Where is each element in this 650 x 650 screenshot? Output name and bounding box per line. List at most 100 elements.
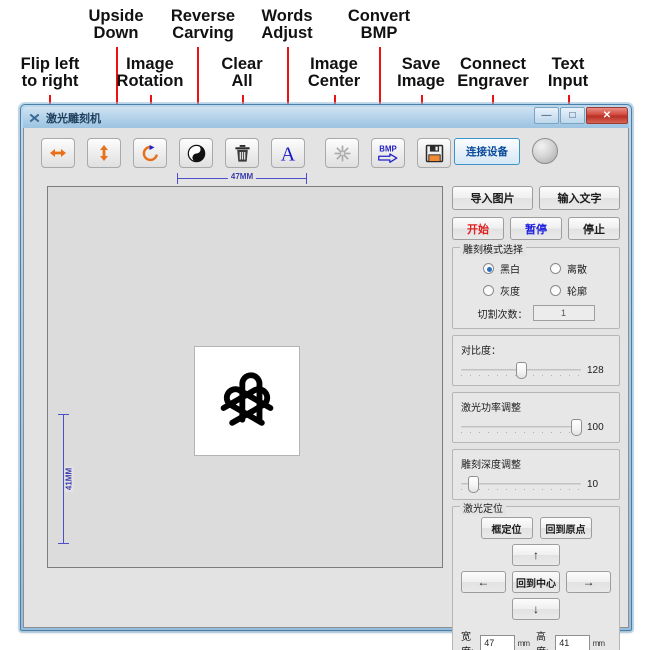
start-button[interactable]: 开始 [452, 217, 504, 240]
height-unit: mm [592, 638, 605, 648]
power-track-ticks [461, 432, 581, 433]
back-to-origin-button[interactable]: 回到原点 [539, 517, 592, 539]
depth-track-line [461, 483, 581, 485]
close-button[interactable]: ✕ [586, 107, 628, 124]
status-led [532, 138, 558, 164]
flip-vertical-button[interactable] [87, 138, 121, 168]
laser-power-group: 激光功率调整 100 [452, 392, 620, 443]
dimension-cap-bottom [58, 543, 69, 544]
width-label: 宽度: [461, 632, 474, 650]
height-input[interactable]: 41 [555, 635, 590, 650]
client-area: A BMP 连接设备 47MM 41MM 导入图片 输入文字 开始 暂停 停止 … [23, 128, 629, 650]
image-canvas[interactable]: 41MM [47, 186, 443, 568]
depth-track-ticks [461, 489, 581, 490]
dimension-cap-top [58, 414, 69, 415]
contrast-label: 对比度： [461, 346, 501, 357]
input-text-button[interactable]: 输入文字 [539, 186, 620, 210]
laser-power-label: 激光功率调整 [461, 403, 521, 414]
radio-dot-outline [550, 285, 561, 296]
carving-depth-slider[interactable] [461, 476, 581, 493]
power-track-line [461, 426, 581, 428]
move-right-button[interactable]: → [566, 571, 612, 593]
canvas-height-dimension: 41MM [57, 414, 74, 544]
sparkle-icon [333, 144, 351, 162]
radio-grayscale[interactable]: 灰度 [461, 283, 536, 298]
svg-text:A: A [281, 144, 296, 164]
stop-button[interactable]: 停止 [568, 217, 620, 240]
annotation-clear-all: Clear All [221, 55, 263, 91]
annotation-words-adjust: Words Adjust [261, 7, 313, 43]
annotation-image-rotation: Image Rotation [116, 55, 184, 91]
carving-mode-title: 雕刻模式选择 [460, 241, 526, 256]
bmp-arrow-icon: BMP [378, 144, 398, 163]
radio-black-white[interactable]: 黑白 [461, 261, 536, 276]
carving-mode-radios: 黑白 离散 灰度 轮廓 [461, 261, 611, 298]
frame-position-button[interactable]: 框定位 [480, 517, 533, 539]
rotate-button[interactable] [133, 138, 167, 168]
file-button-row: 导入图片 输入文字 [452, 186, 620, 210]
title-bar[interactable]: 激光雕刻机 — □ ✕ [23, 107, 629, 128]
window-title: 激光雕刻机 [46, 112, 101, 125]
letter-a-icon: A [281, 144, 296, 164]
laser-power-slider-row: 100 [461, 419, 611, 436]
connect-device-button[interactable]: 连接设备 [454, 138, 520, 165]
move-left-button[interactable]: ← [461, 571, 506, 593]
image-center-button[interactable] [325, 138, 359, 168]
invert-button[interactable] [179, 138, 213, 168]
laser-positioning-group: 激光定位 框定位 回到原点 ↑ ← 回到中心 → ↓ 宽 47 mm 高 41 … [452, 500, 620, 650]
carving-depth-slider-thumb[interactable] [468, 476, 479, 493]
laser-power-slider-thumb[interactable] [571, 419, 583, 436]
flip-vertical-icon [100, 145, 108, 161]
convert-bmp-button[interactable]: BMP [371, 138, 405, 168]
artwork-preview[interactable] [194, 346, 300, 456]
contrast-value: 128 [587, 364, 604, 376]
maximize-button[interactable]: □ [560, 107, 585, 124]
carving-depth-group: 雕刻深度调整 10 [452, 449, 620, 500]
radio-label-grayscale: 灰度 [500, 287, 520, 298]
run-button-row: 开始 暂停 停止 [452, 217, 620, 240]
radio-label-bw: 黑白 [500, 265, 520, 276]
radio-outline[interactable]: 轮廓 [536, 283, 611, 298]
contrast-slider-thumb[interactable] [516, 362, 527, 379]
import-image-button[interactable]: 导入图片 [452, 186, 533, 210]
save-image-button[interactable] [417, 138, 451, 168]
cut-count-label: 切割次数： [477, 309, 528, 321]
arrow-down-row: ↓ [461, 598, 611, 620]
back-to-center-button[interactable]: 回到中心 [511, 571, 561, 593]
arrow-up-row: ↑ [461, 544, 611, 566]
trash-icon [234, 144, 250, 162]
clear-all-button[interactable] [225, 138, 259, 168]
annotation-image-center: Image Center [307, 55, 361, 91]
laser-power-value: 100 [587, 421, 604, 433]
app-window: 激光雕刻机 — □ ✕ A BMP 连接设备 47MM 41MM 导入图片 输入… [20, 104, 632, 650]
width-input[interactable]: 47 [480, 635, 515, 650]
carving-depth-label: 雕刻深度调整 [461, 460, 521, 471]
move-down-button[interactable]: ↓ [512, 598, 560, 620]
window-buttons: — □ ✕ [534, 107, 628, 124]
pause-button[interactable]: 暂停 [510, 217, 562, 240]
rotate-cw-icon [142, 144, 158, 161]
radio-dot-discrete [550, 263, 561, 274]
flip-horizontal-icon [50, 149, 66, 157]
laser-power-slider[interactable] [461, 419, 583, 436]
minimize-button[interactable]: — [534, 107, 559, 124]
canvas-width-dimension: 47MM [177, 172, 307, 184]
control-panel: 导入图片 输入文字 开始 暂停 停止 雕刻模式选择 黑白 离散 灰度 轮廓 切割… [452, 186, 620, 650]
text-tool-button[interactable]: A [271, 138, 305, 168]
arrow-middle-row: ← 回到中心 → [461, 571, 612, 593]
flip-horizontal-button[interactable] [41, 138, 75, 168]
cut-count-row: 切割次数： 1 [461, 305, 611, 321]
radio-discrete[interactable]: 离散 [536, 261, 611, 276]
radio-label-discrete: 离散 [567, 265, 587, 276]
cut-count-input[interactable]: 1 [532, 305, 595, 321]
contrast-slider-row: 128 [461, 362, 611, 379]
contrast-slider[interactable] [461, 362, 581, 379]
laser-app-icon [28, 112, 40, 124]
floppy-disk-icon [425, 144, 443, 162]
positioning-top-row: 框定位 回到原点 [461, 517, 611, 539]
radio-dot-bw [483, 263, 494, 274]
canvas-height-label: 41MM [64, 465, 74, 493]
annotation-upside-down: Upside Down [88, 7, 144, 43]
move-up-button[interactable]: ↑ [512, 544, 560, 566]
dimension-cap-right [306, 173, 307, 184]
